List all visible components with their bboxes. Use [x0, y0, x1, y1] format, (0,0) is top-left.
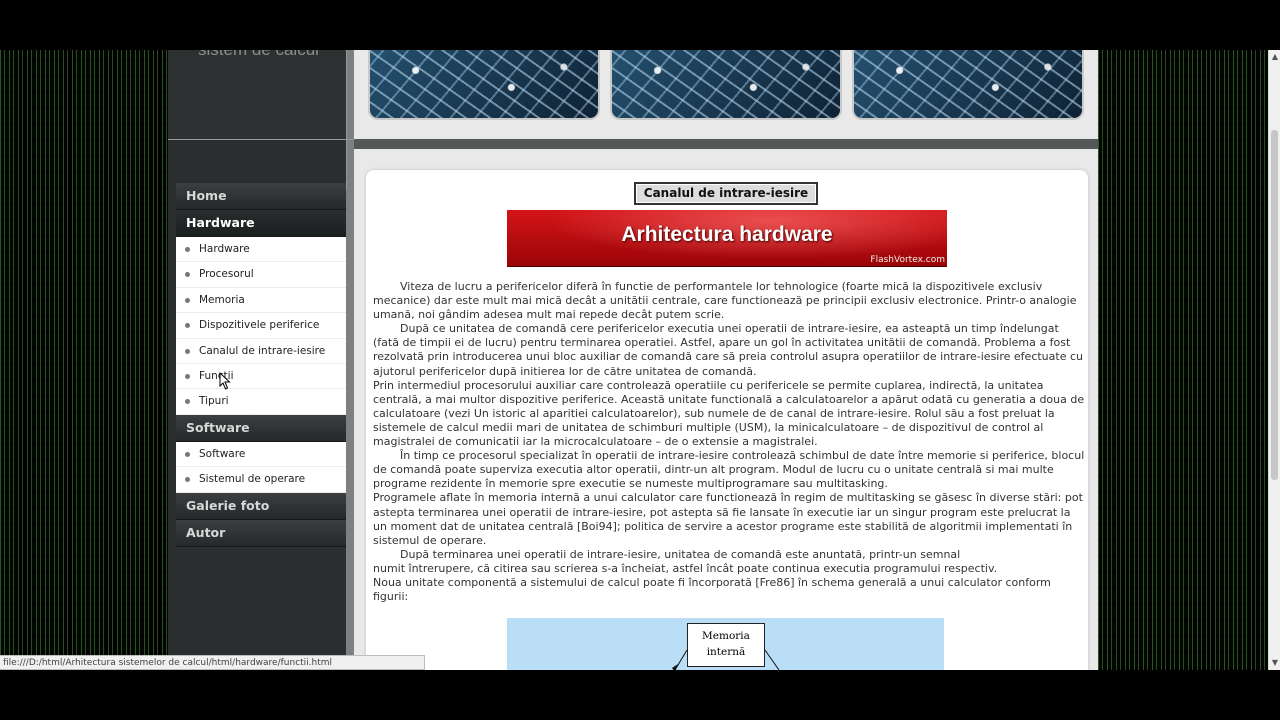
paragraph: Prin intermediul procesorului auxiliar c…: [373, 378, 1085, 449]
banner-title: Arhitectura hardware: [621, 223, 833, 246]
bullet-icon: [185, 399, 190, 405]
scroll-down-arrow-icon[interactable]: ▼: [1271, 658, 1279, 668]
software-submenu: Software Sistemul de operare: [176, 441, 346, 493]
page-title: Canalul de intrare-iesire: [634, 182, 818, 205]
sidebar: sistem de calcul Home Hardware Hardware …: [168, 50, 354, 670]
paragraph: numit întrerupere, că citirea sau scrier…: [373, 561, 998, 575]
bullet-icon: [185, 373, 190, 379]
bullet-icon: [185, 348, 190, 354]
menu-autor[interactable]: Autor: [176, 519, 346, 547]
header-bar: [354, 139, 1098, 149]
menu-galerie-foto[interactable]: Galerie foto: [176, 492, 346, 520]
paragraph: După terminarea unei operatii de intrare…: [400, 547, 961, 561]
submenu-item-procesorul[interactable]: Procesorul: [176, 262, 346, 288]
matrix-background-right: [1098, 50, 1268, 670]
paragraph: După ce unitatea de comandă cere perifer…: [373, 322, 1083, 378]
bullet-icon: [185, 451, 190, 457]
header-circuit-image: [852, 50, 1084, 120]
bullet-icon: [185, 477, 190, 483]
site-subtitle: sistem de calcul: [198, 50, 319, 60]
bullet-icon: [185, 323, 190, 329]
scroll-thumb[interactable]: [1271, 130, 1278, 480]
mouse-cursor-icon: [219, 372, 231, 390]
banner: Arhitectura hardware FlashVortex.com: [507, 210, 947, 267]
submenu-item-tipuri[interactable]: Tipuri: [176, 389, 346, 415]
banner-credit: FlashVortex.com: [870, 255, 945, 265]
menu-hardware[interactable]: Hardware: [176, 210, 346, 237]
browser-viewport: sistem de calcul Home Hardware Hardware …: [168, 50, 1098, 670]
menu-software[interactable]: Software: [176, 414, 346, 442]
diagram-figure: Memoria internă: [507, 618, 944, 670]
matrix-background-left: [0, 50, 168, 670]
bullet-icon: [185, 247, 190, 252]
sidebar-header: sistem de calcul: [168, 50, 346, 140]
nav-menu: Home Hardware Hardware Procesorul Memori…: [176, 183, 346, 547]
submenu-item-hardware[interactable]: Hardware: [176, 237, 346, 263]
bullet-icon: [185, 297, 190, 303]
header-circuit-image: [610, 50, 842, 120]
submenu-item-software[interactable]: Software: [176, 442, 346, 468]
menu-home[interactable]: Home: [176, 183, 346, 210]
submenu-item-canalul[interactable]: Canalul de intrare-iesire: [176, 339, 346, 364]
scroll-up-arrow-icon[interactable]: ▲: [1271, 52, 1279, 62]
bullet-icon: [185, 272, 190, 278]
vertical-scrollbar[interactable]: ▲ ▼: [1268, 50, 1280, 670]
status-bar-url: file:///D:/html/Arhitectura sistemelor d…: [0, 655, 425, 670]
main-content: Canalul de intrare-iesire Arhitectura ha…: [366, 170, 1088, 670]
submenu-item-memoria[interactable]: Memoria: [176, 288, 346, 314]
submenu-item-sistemul-de-operare[interactable]: Sistemul de operare: [176, 467, 346, 493]
paragraph: Noua unitate componentă a sistemului de …: [373, 575, 1051, 604]
diagram-connector: [672, 649, 780, 670]
article-text: Viteza de lucru a perifericelor diferă î…: [373, 280, 1085, 604]
header-divider-vertical: [346, 50, 347, 190]
paragraph: Viteza de lucru a perifericelor diferă î…: [373, 280, 1077, 322]
paragraph: În timp ce procesorul specializat în ope…: [373, 449, 1085, 491]
submenu-item-functii[interactable]: Functii: [176, 364, 346, 390]
hardware-submenu: Hardware Procesorul Memoria Dispozitivel…: [176, 237, 346, 415]
submenu-item-dispozitivele-periferice[interactable]: Dispozitivele periferice: [176, 313, 346, 339]
paragraph: Programele aflate în memoria internă a u…: [373, 491, 1083, 547]
header-circuit-image: [368, 50, 600, 120]
